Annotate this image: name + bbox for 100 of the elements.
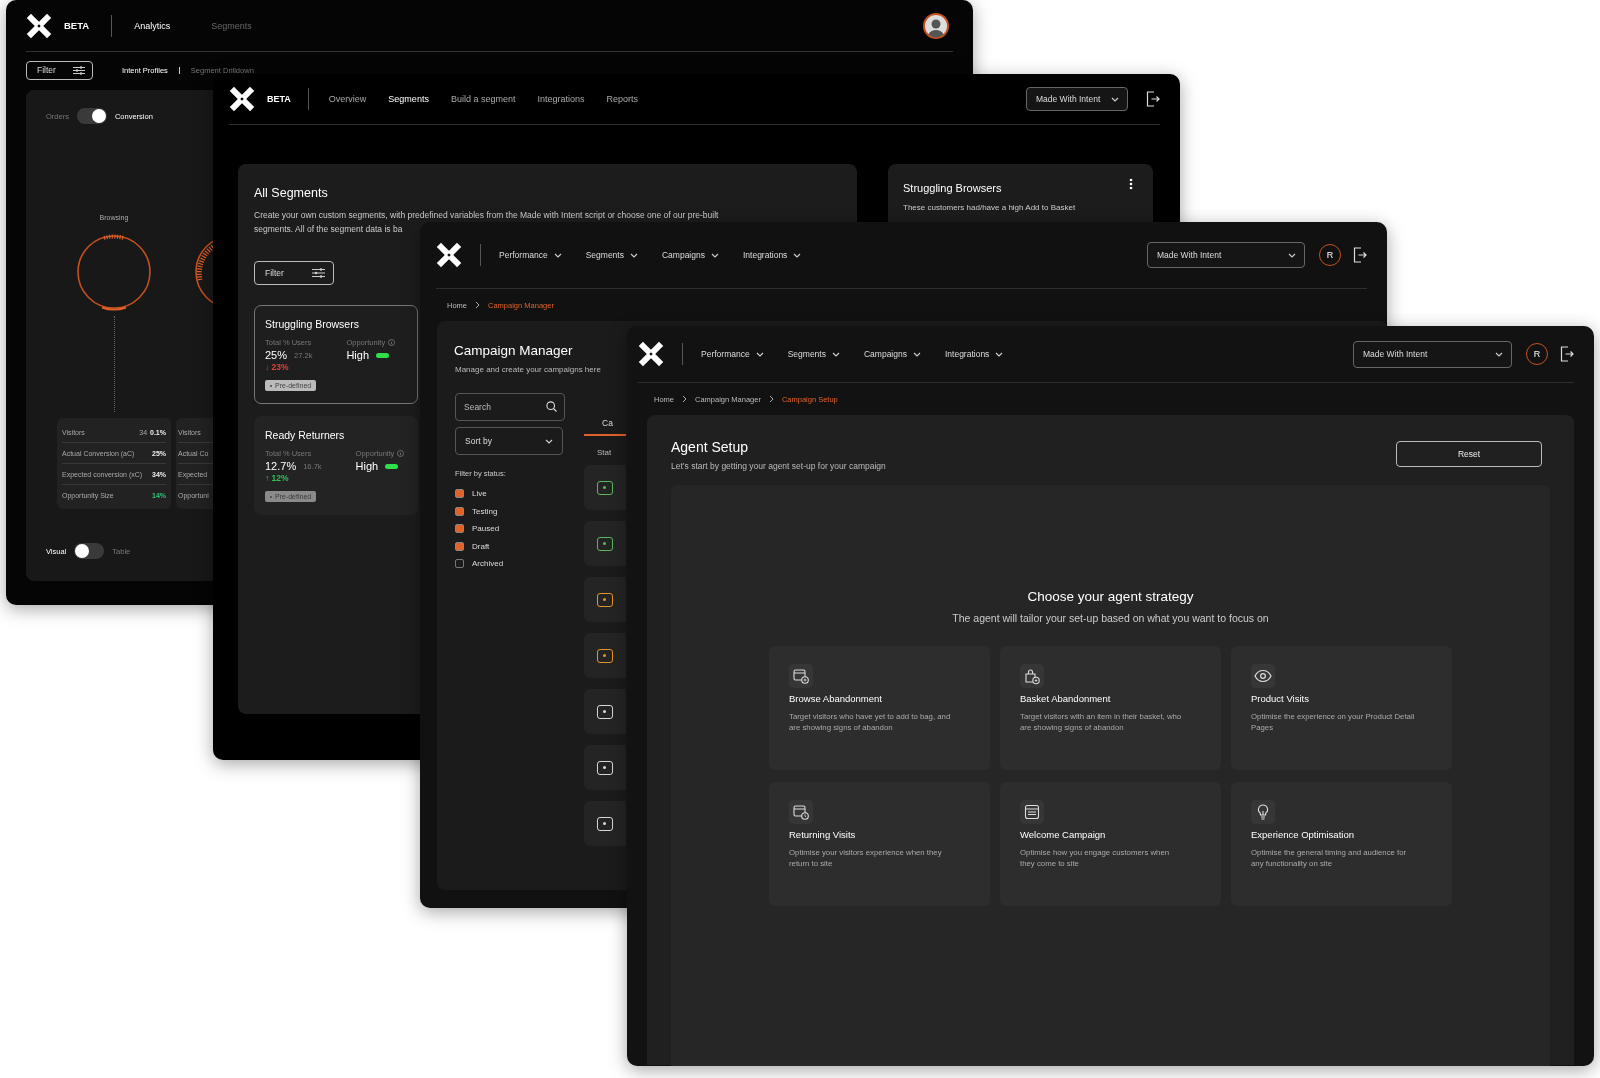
- strategy-title: Experience Optimisation: [1251, 829, 1355, 840]
- chevron-icon: [768, 395, 774, 403]
- caret-icon: [629, 252, 638, 258]
- trend-text: ↑ 12%: [265, 473, 289, 483]
- nav-menu[interactable]: Segments: [787, 349, 840, 359]
- brand-label: BETA: [64, 20, 90, 31]
- logout-icon[interactable]: [1560, 346, 1574, 362]
- column-header: Stat: [597, 448, 612, 457]
- panel-title: Agent Setup: [671, 439, 750, 455]
- status-checkbox[interactable]: Archived: [455, 555, 565, 573]
- stat-value: High: [355, 460, 379, 472]
- nav-menu[interactable]: Integrations: [742, 250, 802, 260]
- caret-icon: [755, 351, 764, 357]
- campaign-row[interactable]: [584, 745, 626, 790]
- status-checkbox[interactable]: Testing: [455, 502, 565, 520]
- reset-button[interactable]: Reset: [1396, 441, 1542, 467]
- caret-icon: [912, 351, 921, 357]
- campaign-row[interactable]: [584, 465, 626, 510]
- sliders-icon: [312, 268, 325, 278]
- panel-description: segments. All of the segment data is ba: [254, 223, 404, 236]
- account-dropdown[interactable]: Made With Intent: [1026, 87, 1128, 111]
- panel-description: Manage and create your campaigns here: [455, 365, 601, 374]
- info-icon: [397, 450, 405, 457]
- shopping-bag-icon: [1020, 664, 1044, 688]
- status-checkbox[interactable]: Paused: [455, 520, 565, 538]
- toggle-switch[interactable]: [76, 108, 107, 124]
- nav-tab[interactable]: Segments: [388, 94, 429, 104]
- chevron-icon: [682, 395, 687, 403]
- stat-value: 12.7%: [265, 460, 297, 472]
- search-icon: [546, 401, 557, 412]
- sliders-icon: [73, 65, 85, 75]
- panel-description: These customers had/have a high Add to Basket: [903, 203, 1077, 212]
- segment-title: Ready Returners: [265, 429, 346, 441]
- panel-title: Campaign Manager: [454, 343, 573, 358]
- strategy-title: Browse Abandonment: [789, 693, 883, 704]
- nav-menu[interactable]: Performance: [701, 349, 764, 359]
- campaign-row[interactable]: [584, 633, 626, 678]
- nav-tab[interactable]: Analytics: [134, 20, 171, 31]
- panel-description: Let’s start by getting your agent set-up for your campaign: [671, 461, 886, 471]
- caret-icon: [793, 252, 802, 258]
- browser-clock-icon: [789, 800, 813, 824]
- segment-title: Struggling Browsers: [265, 318, 360, 330]
- caret-icon: [553, 252, 562, 258]
- caret-icon: [1288, 252, 1296, 258]
- strategy-title: Returning Visits: [789, 829, 857, 840]
- nav-menu[interactable]: Campaigns: [863, 349, 921, 359]
- nav-tab[interactable]: Overview: [328, 94, 367, 104]
- browser-window-icon: [1020, 800, 1044, 824]
- section-description: The agent will tailor your set-up based on what you want to focus on: [952, 612, 1269, 624]
- chevron-icon: [475, 301, 480, 309]
- caret-icon: [1495, 351, 1503, 357]
- opportunity-indicator: [385, 463, 399, 469]
- trend-text: ↓ 23%: [265, 362, 289, 372]
- nav-menu[interactable]: Performance: [499, 250, 562, 260]
- nav-tab[interactable]: Integrations: [537, 94, 585, 104]
- panel-title: All Segments: [254, 186, 329, 200]
- caret-icon: [710, 252, 719, 258]
- account-dropdown[interactable]: Made With Intent: [1353, 340, 1512, 368]
- eye-icon: [1251, 664, 1275, 688]
- stat-value: 25%: [265, 349, 288, 361]
- campaign-row[interactable]: [584, 801, 626, 846]
- panel-description: Create your own custom segments, with predefined variables from the Made with Intent script or choose one of our pre-built: [254, 209, 720, 222]
- opportunity-indicator: [376, 352, 389, 358]
- filter-button[interactable]: Filter: [26, 60, 93, 80]
- toggle-switch[interactable]: [74, 543, 105, 559]
- nav-menu[interactable]: Campaigns: [661, 250, 719, 260]
- logout-icon[interactable]: [1353, 247, 1367, 263]
- status-checkbox[interactable]: Live: [455, 485, 565, 503]
- logo-icon: [229, 86, 255, 112]
- campaign-row[interactable]: [584, 689, 626, 734]
- logo-icon: [436, 242, 462, 268]
- panel-title: Struggling Browsers: [903, 182, 1002, 194]
- caret-icon: [995, 351, 1004, 357]
- strategy-title: Welcome Campaign: [1020, 829, 1107, 840]
- caret-icon: [545, 438, 553, 444]
- logo-icon: [26, 12, 52, 39]
- lightbulb-icon: [1251, 800, 1275, 824]
- account-dropdown[interactable]: Made With Intent: [1147, 242, 1305, 268]
- logout-icon[interactable]: [1146, 91, 1160, 107]
- nav-tab[interactable]: Build a segment: [450, 94, 516, 104]
- browser-plus-icon: [789, 664, 813, 688]
- campaign-row[interactable]: [584, 521, 626, 566]
- nav-tab[interactable]: Reports: [606, 94, 638, 104]
- campaign-row[interactable]: [584, 577, 626, 622]
- caret-icon: [831, 351, 840, 357]
- filter-button[interactable]: Filter: [254, 261, 334, 285]
- logo-icon: [638, 341, 664, 367]
- nav-tab[interactable]: Segments: [211, 20, 252, 31]
- avatar-icon[interactable]: [923, 12, 949, 39]
- stat-value: High: [346, 349, 369, 361]
- sort-dropdown[interactable]: Sort by: [455, 427, 563, 455]
- section-title: Choose your agent strategy: [1027, 589, 1194, 604]
- strategy-title: Basket Abandonment: [1020, 693, 1112, 704]
- more-options-icon[interactable]: [1129, 178, 1133, 190]
- nav-menu[interactable]: Segments: [585, 250, 638, 260]
- strategy-title: Product Visits: [1251, 693, 1310, 704]
- search-field[interactable]: Search: [455, 393, 565, 421]
- nav-menu[interactable]: Integrations: [944, 349, 1004, 359]
- info-icon: [388, 339, 396, 346]
- status-checkbox[interactable]: Draft: [455, 537, 565, 555]
